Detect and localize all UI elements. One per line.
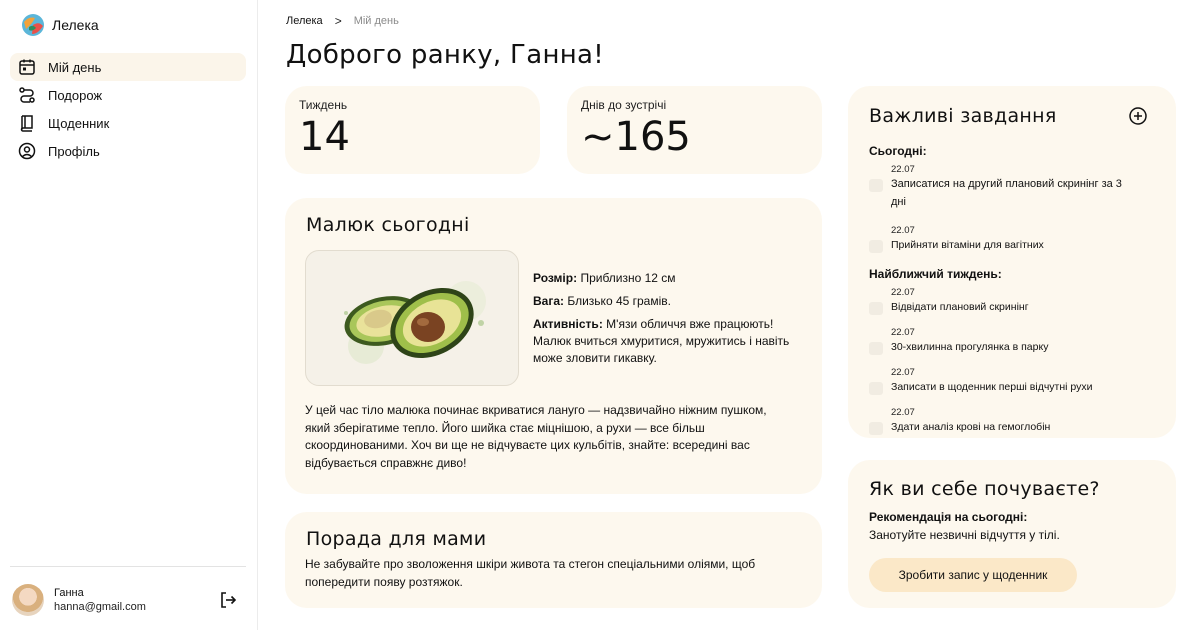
baby-facts: Розмір: Приблизно 12 см Вага: Близько 45… — [533, 270, 813, 373]
activity-label: Активність: — [533, 317, 603, 331]
tip-card-title: Порада для мами — [306, 528, 487, 550]
tasks-week-label: Найближчий тиждень: — [869, 267, 1002, 281]
feeling-card-title: Як ви себе почуваєте? — [869, 478, 1100, 500]
task-date: 22.07 — [891, 367, 915, 378]
size-value: Приблизно 12 см — [580, 271, 676, 285]
weight-label: Вага: — [533, 294, 565, 308]
task-label: Записати в щоденник перші відчутні рухи — [891, 381, 1093, 393]
baby-activity: Активність: М'язи обличчя вже працюють! … — [533, 316, 813, 367]
avocado-illustration — [305, 250, 519, 386]
size-label: Розмір: — [533, 271, 578, 285]
task-label: Здати аналіз крові на гемоглобін — [891, 421, 1051, 433]
task-checkbox[interactable] — [869, 382, 883, 395]
task-checkbox[interactable] — [869, 422, 883, 435]
week-label: Тиждень — [299, 98, 348, 112]
calendar-icon — [19, 59, 35, 75]
breadcrumb-home[interactable]: Лелека — [286, 15, 323, 27]
sidebar-item-my-day[interactable]: Мій день — [10, 53, 246, 81]
baby-description: У цей час тіло малюка починає вкриватися… — [305, 403, 767, 470]
task-item: 22.07 Відвідати плановий скринінг — [869, 287, 1159, 315]
task-checkbox[interactable] — [869, 342, 883, 355]
logo[interactable]: Лелека — [20, 12, 99, 38]
task-item: 22.07 Здати аналіз крові на гемоглобін — [869, 407, 1159, 435]
route-icon — [19, 87, 35, 103]
week-value: 14 — [299, 114, 350, 160]
task-checkbox[interactable] — [869, 240, 883, 253]
tasks-card-title: Важливі завдання — [869, 105, 1057, 127]
task-item: 22.07 Записати в щоденник перші відчутні… — [869, 367, 1159, 395]
breadcrumb: Лелека > Мій день — [286, 14, 399, 28]
logo-icon — [22, 14, 44, 36]
breadcrumb-separator: > — [334, 14, 342, 28]
sidebar-item-profile[interactable]: Профіль — [10, 137, 246, 165]
task-checkbox[interactable] — [869, 302, 883, 315]
feeling-card: Як ви себе почуваєте? Рекомендація на сь… — [848, 460, 1176, 608]
task-label: Відвідати плановий скринінг — [891, 301, 1029, 313]
baby-weight: Вага: Близько 45 грамів. — [533, 293, 813, 310]
user-name: Ганна — [54, 587, 84, 599]
task-date: 22.07 — [891, 407, 915, 418]
breadcrumb-current: Мій день — [353, 15, 399, 27]
task-date: 22.07 — [891, 225, 915, 236]
task-label: Прийняти вітаміни для вагітних — [891, 239, 1044, 251]
days-label: Днів до зустрічі — [581, 98, 667, 112]
logout-icon[interactable] — [218, 590, 238, 610]
page-title: Доброго ранку, Ганна! — [286, 40, 604, 70]
sidebar-item-label: Мій день — [48, 59, 102, 75]
baby-size: Розмір: Приблизно 12 см — [533, 270, 813, 287]
tasks-card: Важливі завдання Сьогодні: 22.07 Записат… — [848, 86, 1176, 438]
baby-card-title: Малюк сьогодні — [306, 214, 470, 236]
recommendation-text: Занотуйте незвичні відчуття у тілі. — [869, 528, 1060, 542]
task-label: 30-хвилинна прогулянка в парку — [891, 341, 1049, 353]
user-info: Ганна hanna@gmail.com — [54, 587, 146, 613]
sidebar-item-journey[interactable]: Подорож — [10, 81, 246, 109]
sidebar-item-label: Подорож — [48, 87, 103, 103]
task-label: Записатися на другий плановий скринінг з… — [891, 178, 1122, 208]
task-item: 22.07 Прийняти вітаміни для вагітних — [869, 225, 1159, 253]
user-email: hanna@gmail.com — [54, 601, 146, 613]
task-checkbox[interactable] — [869, 179, 883, 192]
baby-card: Малюк сьогодні Розмір: Приблизно 12 см В… — [285, 198, 822, 494]
book-icon — [20, 115, 33, 132]
days-card: Днів до зустрічі ~165 — [567, 86, 822, 174]
task-date: 22.07 — [891, 327, 915, 338]
tasks-today-label: Сьогодні: — [869, 144, 927, 158]
task-item: 22.07 Записатися на другий плановий скри… — [869, 164, 1159, 210]
user-circle-icon — [18, 142, 36, 160]
days-value: ~165 — [581, 114, 691, 160]
avatar — [12, 584, 44, 616]
app-root: Лелека Мій день Подорож Щоденник Профіль — [0, 0, 1200, 630]
task-date: 22.07 — [891, 164, 915, 175]
sidebar-nav: Мій день Подорож Щоденник Профіль — [10, 53, 246, 165]
sidebar-item-diary[interactable]: Щоденник — [10, 109, 246, 137]
task-item: 22.07 30-хвилинна прогулянка в парку — [869, 327, 1159, 355]
tip-text: Не забувайте про зволоження шкіри живота… — [305, 557, 756, 589]
task-date: 22.07 — [891, 287, 915, 298]
sidebar: Лелека Мій день Подорож Щоденник Профіль — [0, 0, 258, 630]
diary-entry-button[interactable]: Зробити запис у щоденник — [869, 558, 1077, 592]
sidebar-item-label: Профіль — [48, 143, 100, 159]
sidebar-item-label: Щоденник — [48, 115, 110, 131]
tip-card: Порада для мами Не забувайте про зволоже… — [285, 512, 822, 608]
week-card: Тиждень 14 — [285, 86, 540, 174]
add-task-icon[interactable] — [1128, 106, 1148, 126]
weight-value: Близько 45 грамів. — [567, 294, 671, 308]
recommendation-label: Рекомендація на сьогодні: — [869, 510, 1028, 524]
user-profile[interactable]: Ганна hanna@gmail.com — [12, 584, 146, 616]
app-name: Лелека — [52, 17, 99, 33]
sidebar-divider — [10, 566, 246, 567]
